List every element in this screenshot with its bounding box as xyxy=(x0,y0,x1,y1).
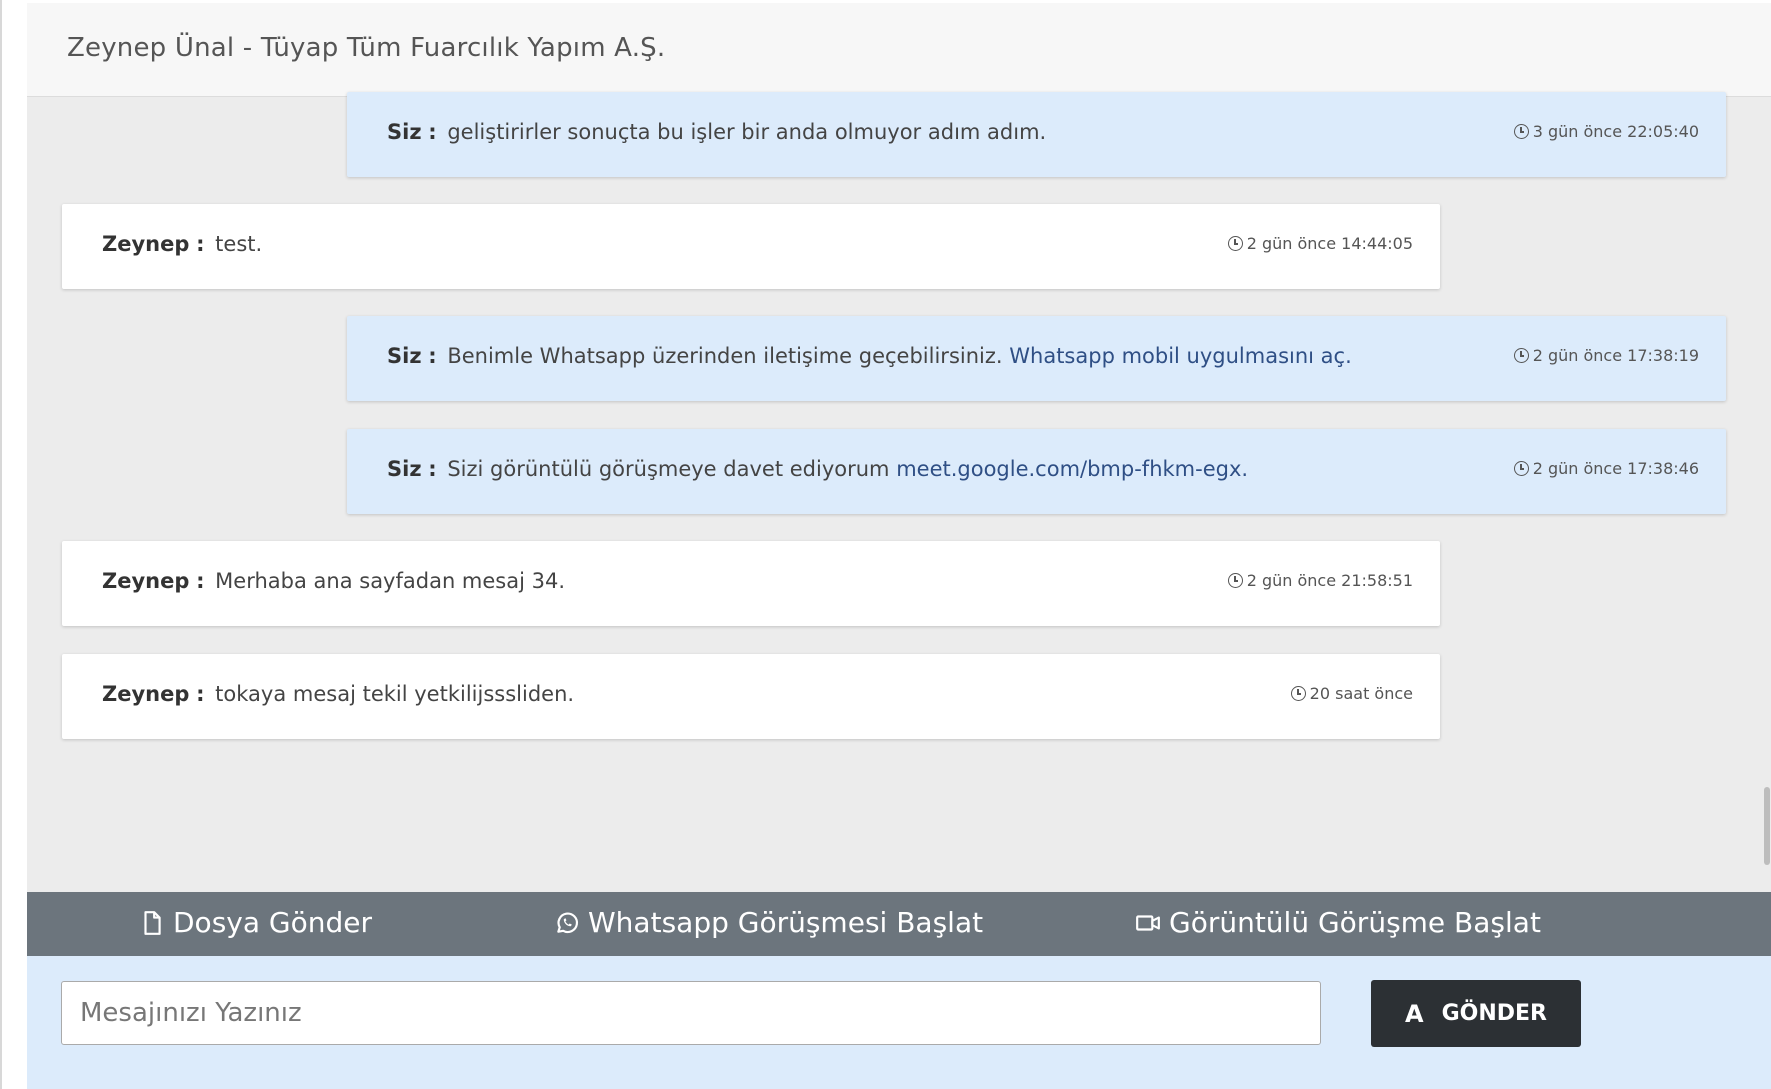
sender-separator: : xyxy=(428,457,437,481)
message-timestamp: 2 gün önce 17:38:19 xyxy=(1513,346,1699,365)
sender-separator: : xyxy=(428,344,437,368)
message-body: Benimle Whatsapp üzerinden iletişime geç… xyxy=(447,344,1003,368)
composer: A GÖNDER xyxy=(27,956,1771,1089)
message-bubble-incoming: Zeynep : Merhaba ana sayfadan mesaj 34. … xyxy=(62,541,1440,626)
message-time: 3 gün önce 22:05:40 xyxy=(1532,122,1699,141)
sender-separator: : xyxy=(196,232,205,256)
sender-separator: : xyxy=(196,682,205,706)
message-timestamp: 20 saat önce xyxy=(1290,684,1413,703)
chat-panel: Zeynep Ünal - Tüyap Tüm Fuarcılık Yapım … xyxy=(27,3,1771,1089)
message-input[interactable] xyxy=(61,981,1321,1045)
message-text: Siz : Benimle Whatsapp üzerinden iletişi… xyxy=(387,344,1352,368)
clock-icon xyxy=(1513,461,1529,476)
video-camera-icon xyxy=(1136,914,1160,931)
action-bar: Dosya Gönder Whatsapp Görüşmesi Başlat G… xyxy=(27,892,1771,956)
meet-link[interactable]: meet.google.com/bmp-fhkm-egx. xyxy=(896,457,1248,481)
message-body: tokaya mesaj tekil yetkilijsssliden. xyxy=(215,682,575,706)
message-body: Merhaba ana sayfadan mesaj 34. xyxy=(215,569,566,593)
message-timestamp: 2 gün önce 14:44:05 xyxy=(1227,234,1413,253)
message-time: 2 gün önce 17:38:46 xyxy=(1532,459,1699,478)
sender-separator: : xyxy=(428,120,437,144)
send-file-button[interactable]: Dosya Gönder xyxy=(139,906,372,939)
message-text: Siz : Sizi görüntülü görüşmeye davet edi… xyxy=(387,457,1248,481)
message-timestamp: 2 gün önce 17:38:46 xyxy=(1513,459,1699,478)
message-text: Siz : geliştirirler sonuçta bu işler bir… xyxy=(387,120,1046,144)
clock-icon xyxy=(1513,124,1529,139)
message-sender: Siz xyxy=(387,457,422,481)
message-time: 20 saat önce xyxy=(1309,684,1413,703)
file-icon xyxy=(144,910,161,935)
message-bubble-outgoing: Siz : geliştirirler sonuçta bu işler bir… xyxy=(347,92,1726,177)
message-list[interactable]: Siz : geliştirirler sonuçta bu işler bir… xyxy=(27,92,1771,892)
message-bubble-incoming: Zeynep : tokaya mesaj tekil yetkilijsssl… xyxy=(62,654,1440,739)
message-scrollbar[interactable] xyxy=(1761,97,1771,892)
send-icon: A xyxy=(1405,999,1424,1028)
message-timestamp: 2 gün önce 21:58:51 xyxy=(1227,571,1413,590)
send-file-label: Dosya Gönder xyxy=(173,906,372,939)
message-time: 2 gün önce 21:58:51 xyxy=(1246,571,1413,590)
window-edge xyxy=(0,0,2,1089)
conversation-title: Zeynep Ünal - Tüyap Tüm Fuarcılık Yapım … xyxy=(67,33,666,63)
send-button[interactable]: A GÖNDER xyxy=(1371,980,1581,1047)
message-text: Zeynep : tokaya mesaj tekil yetkilijsssl… xyxy=(102,682,574,706)
message-sender: Zeynep xyxy=(102,569,190,593)
message-sender: Zeynep xyxy=(102,682,190,706)
message-sender: Siz xyxy=(387,344,422,368)
clock-icon xyxy=(1290,686,1306,701)
message-timestamp: 3 gün önce 22:05:40 xyxy=(1513,122,1699,141)
message-bubble-outgoing: Siz : Benimle Whatsapp üzerinden iletişi… xyxy=(347,316,1726,401)
message-text: Zeynep : Merhaba ana sayfadan mesaj 34. xyxy=(102,569,565,593)
clock-icon xyxy=(1227,573,1243,588)
whatsapp-link[interactable]: Whatsapp mobil uygulmasını aç. xyxy=(1009,344,1352,368)
message-time: 2 gün önce 14:44:05 xyxy=(1246,234,1413,253)
message-sender: Zeynep xyxy=(102,232,190,256)
start-whatsapp-call-label: Whatsapp Görüşmesi Başlat xyxy=(588,906,984,939)
message-bubble-incoming: Zeynep : test. 2 gün önce 14:44:05 xyxy=(62,204,1440,289)
clock-icon xyxy=(1513,348,1529,363)
chat-header: Zeynep Ünal - Tüyap Tüm Fuarcılık Yapım … xyxy=(27,3,1771,97)
clock-icon xyxy=(1227,236,1243,251)
message-sender: Siz xyxy=(387,120,422,144)
start-whatsapp-call-button[interactable]: Whatsapp Görüşmesi Başlat xyxy=(554,906,983,939)
scrollbar-thumb[interactable] xyxy=(1764,787,1770,865)
message-bubble-outgoing: Siz : Sizi görüntülü görüşmeye davet edi… xyxy=(347,429,1726,514)
start-video-call-button[interactable]: Görüntülü Görüşme Başlat xyxy=(1135,906,1541,939)
sender-separator: : xyxy=(196,569,205,593)
message-time: 2 gün önce 17:38:19 xyxy=(1532,346,1699,365)
message-text: Zeynep : test. xyxy=(102,232,262,256)
send-button-label: GÖNDER xyxy=(1441,1001,1547,1026)
message-body: test. xyxy=(215,232,263,256)
whatsapp-icon xyxy=(557,912,578,933)
message-body: Sizi görüntülü görüşmeye davet ediyorum xyxy=(447,457,890,481)
start-video-call-label: Görüntülü Görüşme Başlat xyxy=(1169,906,1541,939)
message-body: geliştirirler sonuçta bu işler bir anda … xyxy=(447,120,1047,144)
